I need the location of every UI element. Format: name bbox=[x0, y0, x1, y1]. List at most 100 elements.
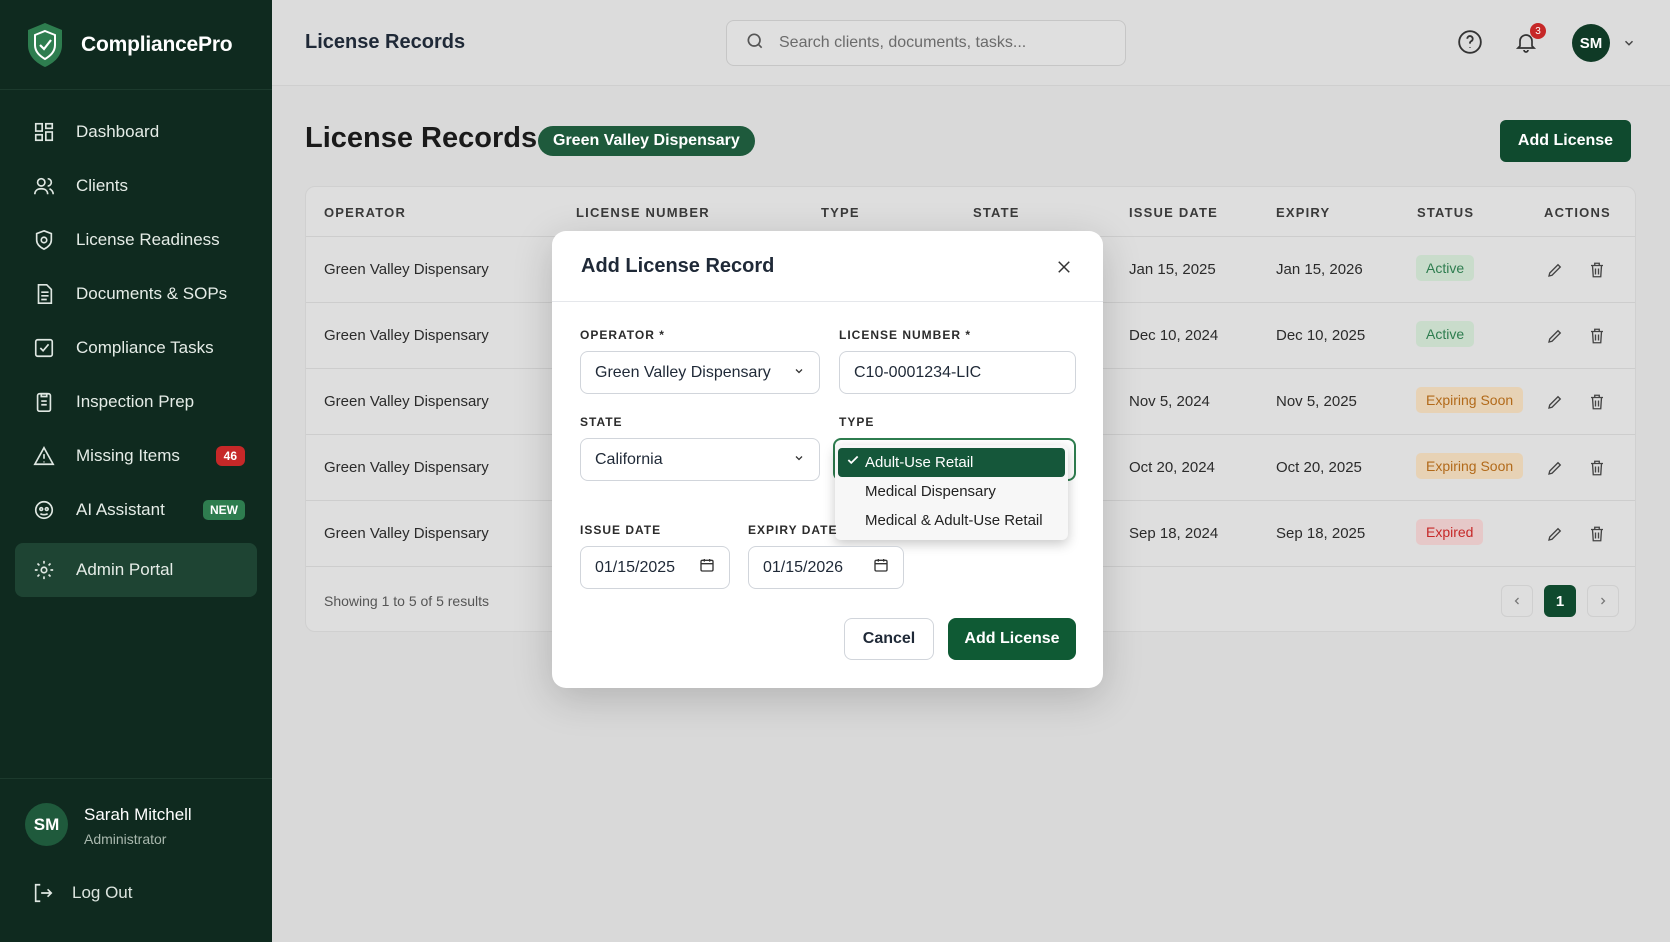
cancel-button[interactable]: Cancel bbox=[844, 618, 934, 660]
column-header[interactable]: TYPE bbox=[821, 205, 860, 220]
search-input[interactable] bbox=[779, 34, 1109, 52]
edit-icon[interactable] bbox=[1544, 325, 1566, 347]
sidebar-item-label: Documents & SOPs bbox=[76, 284, 228, 303]
notification-count: 3 bbox=[1530, 23, 1546, 39]
sidebar-item-label: AI Assistant bbox=[76, 500, 165, 519]
operator-cell: Green Valley Dispensary bbox=[324, 525, 489, 542]
sidebar-item-ai-assistant[interactable]: AI Assistant NEW bbox=[15, 483, 257, 537]
type-option-medical[interactable]: Medical Dispensary bbox=[838, 477, 1065, 506]
shield-logo-icon bbox=[25, 21, 65, 69]
sidebar-item-label: Admin Portal bbox=[76, 560, 174, 579]
calendar-icon[interactable] bbox=[873, 557, 889, 578]
status-badge: Active bbox=[1416, 321, 1475, 347]
status-badge: Active bbox=[1416, 255, 1475, 281]
logout-button[interactable]: Log Out bbox=[32, 882, 133, 904]
issue-date-cell: Oct 20, 2024 bbox=[1129, 459, 1215, 476]
brand-name: CompliancePro bbox=[81, 32, 233, 56]
issue-date-field[interactable]: 01/15/2025 bbox=[580, 546, 730, 589]
help-icon[interactable] bbox=[1456, 28, 1484, 56]
column-header[interactable]: OPERATOR bbox=[324, 205, 406, 220]
checkbox-icon bbox=[32, 336, 56, 360]
column-header[interactable]: LICENSE NUMBER bbox=[576, 205, 710, 220]
issue-date-cell: Nov 5, 2024 bbox=[1129, 393, 1210, 410]
calendar-icon[interactable] bbox=[699, 557, 715, 578]
column-header[interactable]: STATUS bbox=[1417, 205, 1474, 220]
column-header[interactable]: STATE bbox=[973, 205, 1020, 220]
operator-label: OPERATOR * bbox=[580, 328, 665, 342]
sidebar-item-inspection-prep[interactable]: Inspection Prep bbox=[15, 375, 257, 429]
type-option-adult-use[interactable]: Adult-Use Retail bbox=[838, 448, 1065, 477]
status-badge: Expiring Soon bbox=[1416, 387, 1524, 413]
chevron-down-icon[interactable] bbox=[1622, 36, 1636, 55]
sidebar-item-admin-portal[interactable]: Admin Portal bbox=[15, 543, 257, 597]
trash-icon[interactable] bbox=[1586, 523, 1608, 545]
trash-icon[interactable] bbox=[1586, 457, 1608, 479]
submit-add-license-button[interactable]: Add License bbox=[948, 618, 1076, 660]
add-license-button[interactable]: Add License bbox=[1500, 120, 1631, 162]
sidebar-item-missing-items[interactable]: Missing Items 46 bbox=[15, 429, 257, 483]
sidebar-item-label: Dashboard bbox=[76, 122, 160, 141]
operator-cell: Green Valley Dispensary bbox=[324, 261, 489, 278]
column-header[interactable]: EXPIRY bbox=[1276, 205, 1330, 220]
status-badge: Expired bbox=[1416, 519, 1484, 545]
column-header: ACTIONS bbox=[1544, 205, 1611, 220]
sidebar-item-license-readiness[interactable]: License Readiness bbox=[15, 213, 257, 267]
chevron-down-icon bbox=[793, 451, 805, 469]
type-label: TYPE bbox=[839, 415, 875, 429]
search-icon bbox=[745, 31, 765, 56]
sidebar-item-clients[interactable]: Clients bbox=[15, 159, 257, 213]
add-license-modal: Add License Record OPERATOR * Green Vall… bbox=[552, 231, 1103, 688]
trash-icon[interactable] bbox=[1586, 325, 1608, 347]
operator-pill: Green Valley Dispensary bbox=[538, 126, 755, 156]
sidebar-item-documents[interactable]: Documents & SOPs bbox=[15, 267, 257, 321]
warning-icon bbox=[32, 444, 56, 468]
ai-icon bbox=[32, 498, 56, 522]
column-header[interactable]: ISSUE DATE bbox=[1129, 205, 1218, 220]
issue-date-cell: Sep 18, 2024 bbox=[1129, 525, 1219, 542]
page-title: License Records bbox=[305, 122, 538, 154]
edit-icon[interactable] bbox=[1544, 457, 1566, 479]
sidebar-item-label: Inspection Prep bbox=[76, 392, 195, 411]
trash-icon[interactable] bbox=[1586, 391, 1608, 413]
page-number-button[interactable]: 1 bbox=[1544, 585, 1576, 617]
notification-bell-icon[interactable]: 3 bbox=[1512, 23, 1546, 56]
status-badge: Expiring Soon bbox=[1416, 453, 1524, 479]
issue-date-cell: Dec 10, 2024 bbox=[1129, 327, 1219, 344]
modal-title: Add License Record bbox=[581, 255, 775, 277]
sidebar-item-label: Missing Items bbox=[76, 446, 180, 465]
top-header: License Records 3 SM bbox=[272, 0, 1670, 86]
chevron-left-icon bbox=[1514, 597, 1519, 605]
issue-date-label: ISSUE DATE bbox=[580, 523, 662, 537]
state-select[interactable]: California bbox=[580, 438, 820, 481]
sidebar-item-label: Clients bbox=[76, 176, 128, 195]
next-page-button[interactable] bbox=[1587, 585, 1619, 617]
expiry-date-label: EXPIRY DATE bbox=[748, 523, 838, 537]
operator-cell: Green Valley Dispensary bbox=[324, 327, 489, 344]
search-bar[interactable] bbox=[726, 20, 1126, 66]
type-option-medical-adult-use[interactable]: Medical & Adult-Use Retail bbox=[838, 506, 1065, 535]
edit-icon[interactable] bbox=[1544, 259, 1566, 281]
sidebar: CompliancePro Dashboard Clients License … bbox=[0, 0, 272, 942]
sidebar-item-label: License Readiness bbox=[76, 230, 220, 249]
user-profile[interactable]: SM Sarah Mitchell Administrator bbox=[0, 778, 272, 847]
expiry-date-field[interactable]: 01/15/2026 bbox=[748, 546, 904, 589]
prev-page-button[interactable] bbox=[1501, 585, 1533, 617]
license-number-field[interactable]: C10-0001234-LIC bbox=[839, 351, 1076, 394]
operator-select[interactable]: Green Valley Dispensary bbox=[580, 351, 820, 394]
license-number-label: LICENSE NUMBER * bbox=[839, 328, 972, 342]
edit-icon[interactable] bbox=[1544, 391, 1566, 413]
option-label: Adult-Use Retail bbox=[865, 454, 974, 471]
expiry-cell: Jan 15, 2026 bbox=[1276, 261, 1363, 278]
operator-cell: Green Valley Dispensary bbox=[324, 393, 489, 410]
user-role: Administrator bbox=[84, 831, 167, 847]
shield-check-icon bbox=[32, 228, 56, 252]
user-avatar-button[interactable]: SM bbox=[1572, 24, 1610, 62]
sidebar-item-dashboard[interactable]: Dashboard bbox=[15, 105, 257, 159]
sidebar-item-compliance-tasks[interactable]: Compliance Tasks bbox=[15, 321, 257, 375]
trash-icon[interactable] bbox=[1586, 259, 1608, 281]
modal-header: Add License Record bbox=[552, 231, 1103, 302]
close-icon[interactable] bbox=[1053, 256, 1075, 278]
edit-icon[interactable] bbox=[1544, 523, 1566, 545]
user-name: Sarah Mitchell bbox=[84, 805, 192, 824]
brand[interactable]: CompliancePro bbox=[0, 0, 272, 90]
